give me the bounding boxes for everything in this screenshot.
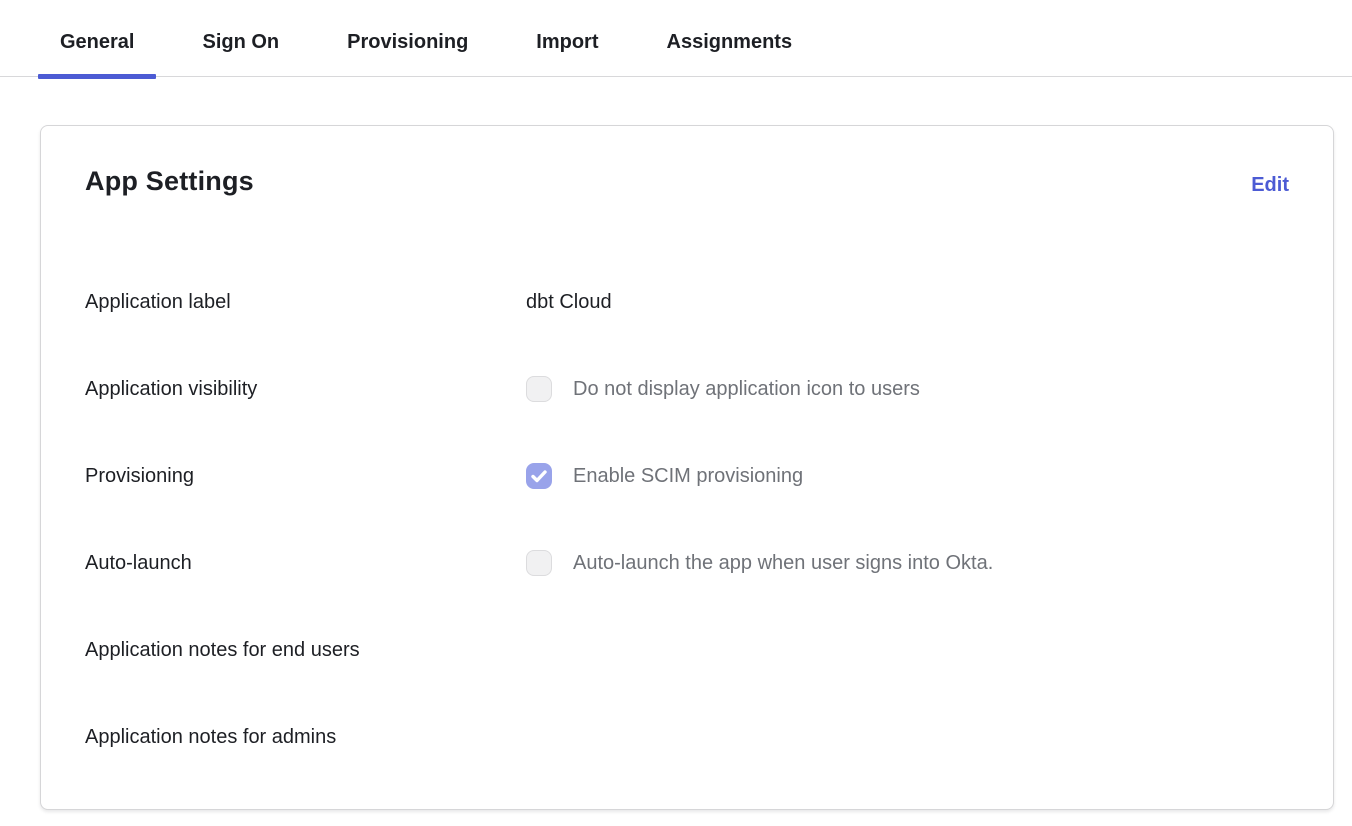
- form-row-auto-launch: Auto-launch Auto-launch the app when use…: [85, 550, 1289, 576]
- row-label: Application visibility: [85, 378, 526, 401]
- form-row-application-label: Application label dbt Cloud: [85, 289, 1289, 315]
- tab-label: Provisioning: [347, 31, 468, 53]
- form-row-application-visibility: Application visibility Do not display ap…: [85, 376, 1289, 402]
- auto-launch-checkbox[interactable]: [526, 550, 552, 576]
- checkbox-label: Auto-launch the app when user signs into…: [573, 552, 993, 575]
- provisioning-checkbox-wrap: Enable SCIM provisioning: [526, 463, 803, 489]
- row-label: Provisioning: [85, 465, 526, 488]
- row-label: Auto-launch: [85, 552, 526, 575]
- edit-button[interactable]: Edit: [1251, 174, 1289, 197]
- tab-label: General: [60, 31, 134, 53]
- settings-form: Application label dbt Cloud Application …: [85, 289, 1289, 750]
- provisioning-checkbox[interactable]: [526, 463, 552, 489]
- tab-label: Sign On: [202, 31, 279, 53]
- tab-assignments[interactable]: Assignments: [645, 0, 815, 76]
- row-label: Application notes for admins: [85, 726, 526, 749]
- checkbox-label: Enable SCIM provisioning: [573, 465, 803, 488]
- app-tabbar: General Sign On Provisioning Import Assi…: [0, 0, 1352, 77]
- auto-launch-checkbox-wrap: Auto-launch the app when user signs into…: [526, 550, 993, 576]
- tab-general[interactable]: General: [38, 0, 156, 76]
- row-label: Application notes for end users: [85, 639, 526, 662]
- tab-sign-on[interactable]: Sign On: [180, 0, 301, 76]
- form-row-notes-end-users: Application notes for end users: [85, 637, 1289, 663]
- application-label-value: dbt Cloud: [526, 291, 612, 314]
- app-settings-card: App Settings Edit Application label dbt …: [40, 125, 1334, 810]
- card-title: App Settings: [85, 166, 254, 197]
- tab-label: Assignments: [667, 31, 793, 53]
- tab-label: Import: [536, 31, 598, 53]
- application-visibility-checkbox-wrap: Do not display application icon to users: [526, 376, 920, 402]
- tab-provisioning[interactable]: Provisioning: [325, 0, 490, 76]
- tab-import[interactable]: Import: [514, 0, 620, 76]
- checkbox-label: Do not display application icon to users: [573, 378, 920, 401]
- form-row-provisioning: Provisioning Enable SCIM provisioning: [85, 463, 1289, 489]
- application-visibility-checkbox[interactable]: [526, 376, 552, 402]
- row-label: Application label: [85, 291, 526, 314]
- check-icon: [531, 470, 547, 483]
- card-header: App Settings Edit: [85, 166, 1289, 197]
- form-row-notes-admins: Application notes for admins: [85, 724, 1289, 750]
